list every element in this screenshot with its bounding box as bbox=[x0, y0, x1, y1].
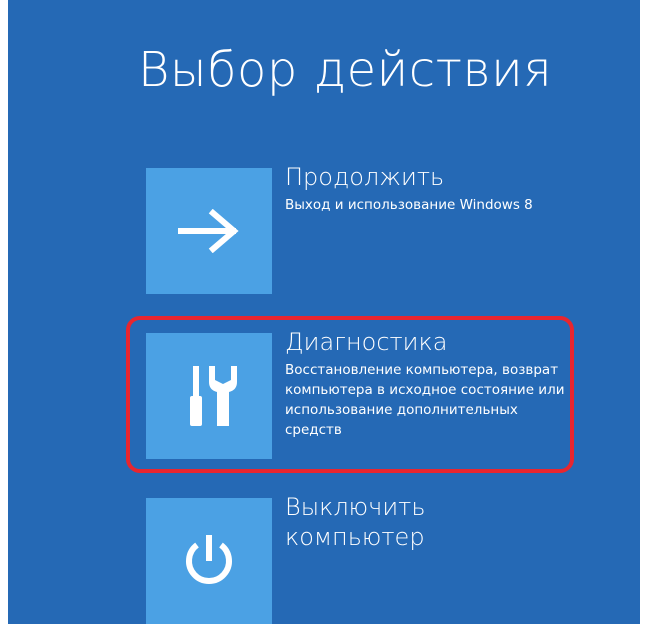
arrow-right-icon bbox=[178, 209, 239, 253]
continue-description: Выход и использование Windows 8 bbox=[285, 197, 533, 213]
continue-title: Продолжить bbox=[285, 163, 445, 191]
turn-off-option[interactable]: Выключить компьютер bbox=[146, 493, 566, 624]
page-title: Выбор действия bbox=[138, 42, 553, 98]
turn-off-text: Выключить компьютер bbox=[285, 493, 485, 552]
continue-option[interactable]: Продолжить Выход и использование Windows… bbox=[146, 163, 566, 298]
turn-off-title: Выключить компьютер bbox=[285, 493, 426, 551]
power-icon bbox=[186, 535, 232, 584]
choose-action-screen: Выбор действия Продолжить Выход и исполь… bbox=[8, 0, 640, 624]
continue-text: Продолжить Выход и использование Windows… bbox=[285, 163, 575, 215]
continue-tile[interactable] bbox=[146, 168, 272, 294]
turn-off-tile[interactable] bbox=[146, 498, 272, 624]
troubleshoot-highlight-frame bbox=[126, 316, 574, 473]
